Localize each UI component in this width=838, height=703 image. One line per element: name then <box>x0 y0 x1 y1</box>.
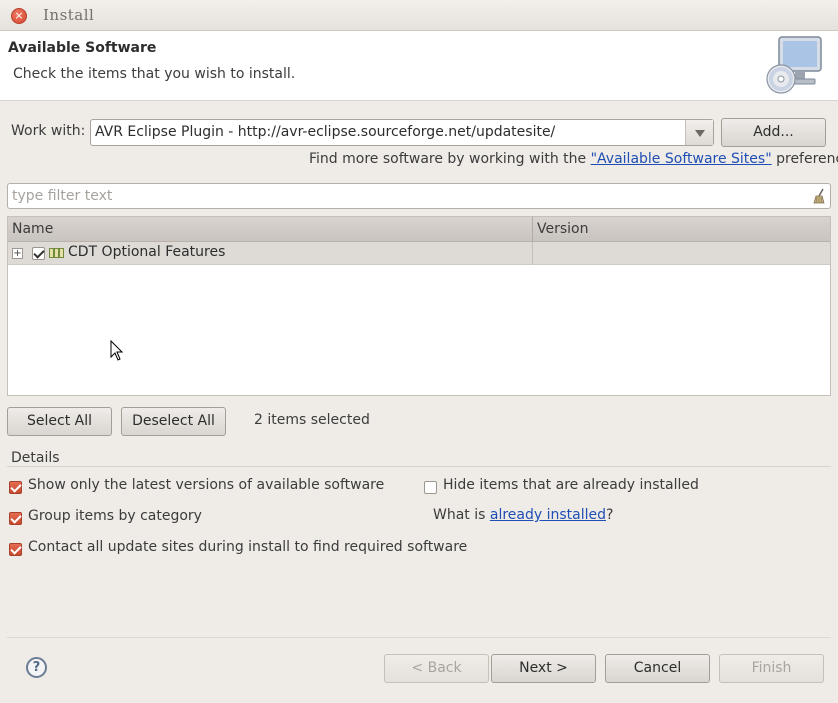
what-is-prefix: What is <box>433 507 490 523</box>
expand-icon[interactable]: + <box>12 248 23 259</box>
table-header: Name Version <box>8 217 830 242</box>
details-group-title: Details <box>11 450 60 466</box>
filter-input[interactable]: type filter text <box>7 183 831 209</box>
find-more-prefix: Find more software by working with the <box>309 151 591 167</box>
latest-versions-label: Show only the latest versions of availab… <box>28 477 385 493</box>
contact-update-sites-checkbox[interactable] <box>9 543 22 556</box>
what-is-suffix: ? <box>606 507 614 523</box>
software-table: Name Version + CDT Optional Features <box>7 216 831 396</box>
chevron-down-icon[interactable] <box>685 120 713 145</box>
clear-filter-icon[interactable] <box>812 188 826 204</box>
window-title: Install <box>43 6 95 24</box>
deselect-all-button[interactable]: Deselect All <box>121 407 226 436</box>
details-divider <box>7 466 831 467</box>
mouse-pointer-icon <box>110 340 124 361</box>
select-all-button[interactable]: Select All <box>7 407 112 436</box>
table-row[interactable]: + CDT Optional Features <box>8 242 830 265</box>
what-is-installed-text: What is already installed? <box>433 507 613 523</box>
row-name: CDT Optional Features <box>68 244 226 260</box>
cancel-button[interactable]: Cancel <box>605 654 710 683</box>
work-with-combo[interactable]: AVR Eclipse Plugin - http://avr-eclipse.… <box>90 119 714 146</box>
find-more-suffix: preferences. <box>776 151 838 167</box>
close-icon[interactable]: × <box>11 8 27 24</box>
wizard-header: Available Software Check the items that … <box>0 31 838 101</box>
title-bar: × Install <box>0 0 838 31</box>
computer-cd-icon <box>766 36 822 94</box>
page-subtitle: Check the items that you wish to install… <box>13 66 296 82</box>
hide-installed-label: Hide items that are already installed <box>443 477 699 493</box>
group-by-category-label: Group items by category <box>28 508 202 524</box>
column-version[interactable]: Version <box>533 217 830 242</box>
work-with-value: AVR Eclipse Plugin - http://avr-eclipse.… <box>95 124 556 140</box>
available-software-sites-link[interactable]: "Available Software Sites" <box>591 151 772 167</box>
selection-status: 2 items selected <box>254 412 370 428</box>
category-icon <box>49 248 64 258</box>
help-icon[interactable]: ? <box>26 657 47 678</box>
finish-button[interactable]: Finish <box>719 654 824 683</box>
row-checkbox[interactable] <box>32 247 45 260</box>
column-divider <box>532 242 533 265</box>
work-with-label: Work with: <box>11 123 86 139</box>
filter-placeholder: type filter text <box>12 188 113 204</box>
add-site-button[interactable]: Add... <box>721 118 826 147</box>
find-more-text: Find more software by working with the "… <box>309 151 838 167</box>
already-installed-link[interactable]: already installed <box>490 507 606 523</box>
group-by-category-checkbox[interactable] <box>9 512 22 525</box>
page-title: Available Software <box>8 40 157 56</box>
back-button[interactable]: < Back <box>384 654 489 683</box>
latest-versions-checkbox[interactable] <box>9 481 22 494</box>
column-name[interactable]: Name <box>8 217 533 242</box>
hide-installed-checkbox[interactable] <box>424 481 437 494</box>
contact-update-sites-label: Contact all update sites during install … <box>28 539 468 555</box>
footer-divider <box>7 637 831 638</box>
next-button[interactable]: Next > <box>491 654 596 683</box>
